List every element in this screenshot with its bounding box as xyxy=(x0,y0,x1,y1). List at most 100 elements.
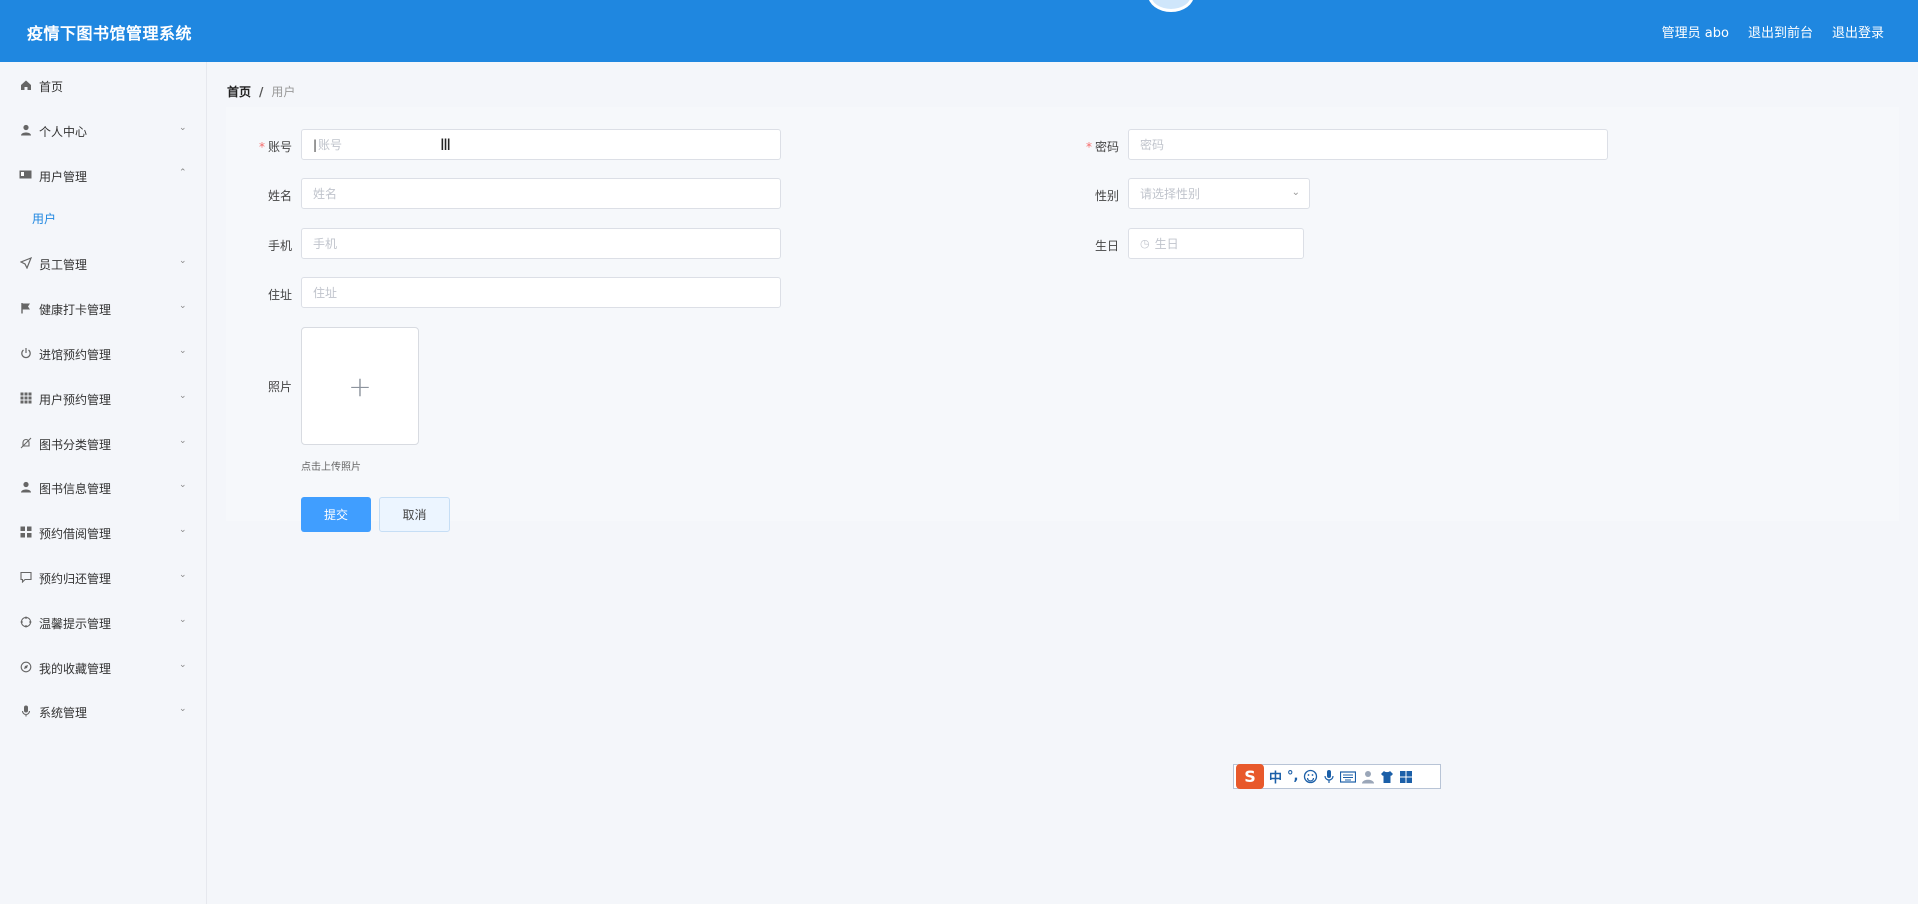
skin-icon[interactable] xyxy=(1380,770,1394,784)
chevron-down-icon: ⌄ xyxy=(179,436,187,446)
send-icon xyxy=(19,256,32,269)
sidebar-item-return-reservation[interactable]: 预约归还管理 ⌄ xyxy=(0,557,207,597)
user-icon[interactable] xyxy=(1361,770,1375,784)
chat-icon xyxy=(19,570,32,583)
sidebar-item-user-reservation[interactable]: 用户预约管理 ⌄ xyxy=(0,378,207,418)
sidebar: 首页 个人中心 ⌄ 用户管理 ⌃ 用户 员工管理 ⌄ 健康打卡管理 ⌄ 进馆预约… xyxy=(0,62,207,904)
sidebar-item-label: 图书分类管理 xyxy=(39,438,112,452)
ime-toolbar: S 中 °, xyxy=(1233,764,1441,789)
app-title: 疫情下图书馆管理系统 xyxy=(27,24,193,43)
sidebar-item-book-info[interactable]: 图书信息管理 ⌄ xyxy=(0,467,207,507)
name-input[interactable]: 姓名 xyxy=(301,178,781,209)
toolbox-icon[interactable] xyxy=(1399,770,1413,784)
chevron-down-icon: ⌄ xyxy=(1291,187,1300,198)
gender-label: 性别 xyxy=(1094,189,1119,203)
sidebar-item-label: 用户预约管理 xyxy=(39,393,112,407)
header-nav: 管理员 abo 退出到前台 退出登录 xyxy=(1662,22,1884,41)
top-bar: 疫情下图书馆管理系统 管理员 abo 退出到前台 退出登录 xyxy=(0,0,1918,62)
required-mark: * xyxy=(1085,140,1092,154)
chevron-up-icon: ⌃ xyxy=(179,168,187,178)
breadcrumb-home[interactable]: 首页 xyxy=(227,85,251,99)
breadcrumb-current: 用户 xyxy=(271,85,296,99)
microphone-icon xyxy=(19,704,32,717)
chevron-down-icon: ⌄ xyxy=(179,391,187,401)
password-placeholder: 密码 xyxy=(1140,138,1165,152)
address-input[interactable]: 住址 xyxy=(301,277,781,308)
chevron-down-icon: ⌄ xyxy=(179,525,187,535)
account-label-text: 账号 xyxy=(267,140,292,154)
chevron-down-icon: ⌄ xyxy=(179,346,187,356)
logout-link[interactable]: 退出登录 xyxy=(1832,22,1884,41)
sogou-logo-icon[interactable]: S xyxy=(1236,764,1264,789)
sidebar-item-label: 员工管理 xyxy=(39,258,88,272)
compass-icon xyxy=(19,660,32,673)
photo-label: 照片 xyxy=(267,380,292,394)
ime-punct-toggle[interactable]: °, xyxy=(1287,769,1298,784)
bell-off-icon xyxy=(19,436,32,449)
clock-icon: ◷ xyxy=(1140,237,1150,250)
form-panel xyxy=(226,107,1899,521)
sidebar-item-staff[interactable]: 员工管理 ⌄ xyxy=(0,243,207,283)
name-label: 姓名 xyxy=(267,189,292,203)
sidebar-item-home[interactable]: 首页 xyxy=(0,65,207,105)
sidebar-item-system[interactable]: 系统管理 ⌄ xyxy=(0,691,207,731)
text-cursor-icon: Ⅲ xyxy=(440,135,452,154)
address-label: 住址 xyxy=(267,288,292,302)
sidebar-item-favorites[interactable]: 我的收藏管理 ⌄ xyxy=(0,647,207,687)
sidebar-item-profile[interactable]: 个人中心 ⌄ xyxy=(0,110,207,150)
cancel-button[interactable]: 取消 xyxy=(379,497,450,532)
birthday-datepicker[interactable]: ◷ 生日 xyxy=(1128,228,1304,259)
sidebar-item-tips[interactable]: 温馨提示管理 ⌄ xyxy=(0,602,207,642)
sidebar-item-label: 健康打卡管理 xyxy=(39,303,112,317)
flag-icon xyxy=(19,301,32,314)
sidebar-item-label: 我的收藏管理 xyxy=(39,662,112,676)
sidebar-item-label: 首页 xyxy=(39,80,64,94)
chevron-down-icon: ⌄ xyxy=(179,704,187,714)
phone-input[interactable]: 手机 xyxy=(301,228,781,259)
chevron-down-icon: ⌄ xyxy=(179,123,187,133)
account-label: * 账号 xyxy=(222,138,292,155)
back-to-front-link[interactable]: 退出到前台 xyxy=(1748,22,1813,41)
microphone-icon[interactable] xyxy=(1323,769,1335,784)
ime-mode-toggle[interactable]: 中 xyxy=(1269,767,1282,786)
sidebar-item-label: 温馨提示管理 xyxy=(39,617,112,631)
address-placeholder: 住址 xyxy=(313,286,338,300)
grid-icon xyxy=(19,391,32,404)
breadcrumb-separator: / xyxy=(259,85,264,99)
password-label: * 密码 xyxy=(1049,138,1119,155)
sidebar-item-label: 进馆预约管理 xyxy=(39,348,112,362)
id-card-icon xyxy=(19,168,32,181)
sidebar-item-label: 图书信息管理 xyxy=(39,482,112,496)
account-placeholder: 账号 xyxy=(318,138,343,152)
chevron-down-icon: ⌄ xyxy=(179,660,187,670)
birthday-label: 生日 xyxy=(1094,239,1119,253)
chevron-down-icon: ⌄ xyxy=(179,480,187,490)
password-input[interactable]: 密码 xyxy=(1128,129,1608,160)
password-label-text: 密码 xyxy=(1094,140,1119,154)
text-caret: | xyxy=(313,137,318,152)
birthday-placeholder: 生日 xyxy=(1154,237,1179,251)
header-avatar[interactable] xyxy=(1148,0,1194,12)
person-icon xyxy=(19,480,32,493)
keyboard-icon[interactable] xyxy=(1340,770,1357,783)
apps-icon xyxy=(19,525,32,538)
sidebar-item-entry-reservation[interactable]: 进馆预约管理 ⌄ xyxy=(0,333,207,373)
sidebar-item-borrow-reservation[interactable]: 预约借阅管理 ⌄ xyxy=(0,512,207,552)
chevron-down-icon: ⌄ xyxy=(179,256,187,266)
aim-icon xyxy=(19,615,32,628)
emoji-icon[interactable] xyxy=(1303,769,1318,784)
sidebar-item-label: 系统管理 xyxy=(39,706,88,720)
phone-label: 手机 xyxy=(267,239,292,253)
plus-icon: + xyxy=(348,369,372,403)
photo-upload[interactable]: + xyxy=(301,327,419,445)
submit-button[interactable]: 提交 xyxy=(301,497,371,532)
gender-select[interactable]: 请选择性别 ⌄ xyxy=(1128,178,1310,209)
required-mark: * xyxy=(258,140,265,154)
sidebar-subitem-user[interactable]: 用户 xyxy=(32,210,56,227)
sidebar-item-user-management[interactable]: 用户管理 ⌃ xyxy=(0,155,207,195)
account-input[interactable]: | 账号 xyxy=(301,129,781,160)
sidebar-item-book-category[interactable]: 图书分类管理 ⌄ xyxy=(0,423,207,463)
name-placeholder: 姓名 xyxy=(313,187,338,201)
chevron-down-icon: ⌄ xyxy=(179,301,187,311)
sidebar-item-health-checkin[interactable]: 健康打卡管理 ⌄ xyxy=(0,288,207,328)
